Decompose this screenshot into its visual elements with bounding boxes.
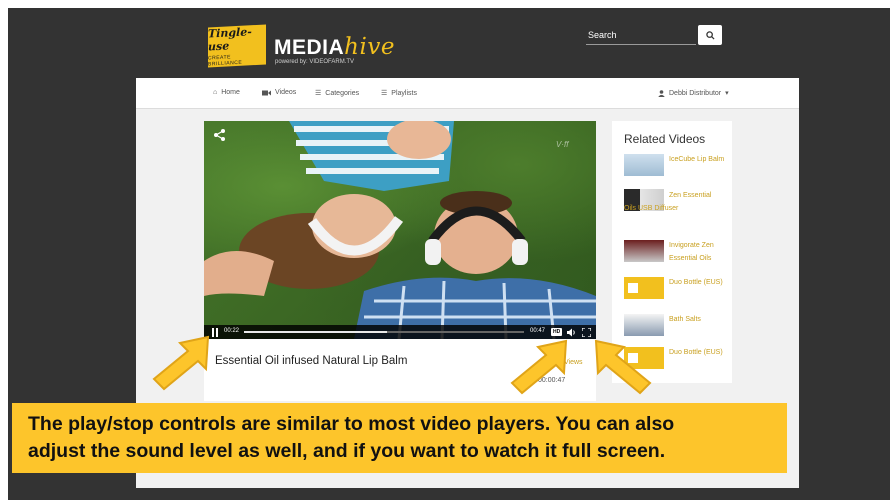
chevron-down-icon: ▾ — [725, 90, 729, 97]
share-icon[interactable] — [212, 128, 228, 142]
nav-categories-label: Categories — [325, 89, 360, 97]
screen: Tingle-use CREATE BRILLIANCE MEDIAhive p… — [0, 0, 895, 500]
instruction-text: The play/stop controls are similar to mo… — [28, 411, 778, 465]
related-item-4-title[interactable]: Duo Bottle (EUS) — [669, 276, 729, 289]
search-input[interactable]: Search — [588, 30, 617, 40]
current-time: 00:22 — [224, 328, 240, 334]
user-icon — [658, 89, 665, 97]
brand-badge-text: Tingle-use — [208, 25, 252, 54]
video-frame-image — [204, 121, 596, 339]
related-thumb-3[interactable] — [624, 240, 664, 262]
video-watermark: V·ff — [556, 140, 569, 149]
total-time: 00:47 — [530, 328, 546, 334]
related-thumb-5[interactable] — [624, 314, 664, 336]
video-title: Essential Oil infused Natural Lip Balm — [215, 355, 408, 367]
search-icon — [705, 30, 715, 40]
nav-home[interactable]: ⌂ Home — [213, 89, 240, 96]
nav-playlists-label: Playlists — [391, 89, 417, 97]
annotation-arrow-play — [152, 335, 210, 391]
progress-fill — [244, 331, 387, 333]
annotation-arrow-volume — [510, 339, 568, 395]
nav-videos[interactable]: Videos — [262, 89, 296, 96]
instruction-line-2: adjust the sound level as well, and if y… — [28, 440, 666, 462]
related-item-5-title[interactable]: Bath Salts — [669, 313, 729, 326]
brand-word-accent: hive — [344, 34, 395, 60]
related-item-3-title[interactable]: Invigorate Zen Essential Oils — [669, 239, 729, 265]
instruction-line-1: The play/stop controls are similar to mo… — [28, 413, 675, 435]
fullscreen-icon[interactable] — [582, 328, 591, 337]
related-thumb-1[interactable] — [624, 154, 664, 176]
search-underline — [586, 44, 696, 45]
brand-word-main: MEDIA — [274, 36, 345, 59]
list-icon: ☰ — [315, 90, 322, 97]
search-button[interactable] — [698, 25, 722, 45]
user-menu[interactable]: Debbi Distributor ▾ — [658, 89, 729, 97]
volume-icon[interactable] — [567, 328, 577, 337]
related-item-6-title[interactable]: Duo Bottle (EUS) — [669, 346, 729, 359]
brand-badge-logo[interactable]: Tingle-use CREATE BRILLIANCE — [208, 24, 266, 68]
video-camera-icon — [262, 90, 271, 95]
home-icon: ⌂ — [213, 89, 218, 96]
nav-categories[interactable]: ☰ Categories — [315, 89, 360, 98]
mediahive-logo[interactable]: MEDIAhive — [274, 34, 395, 60]
user-name: Debbi Distributor — [669, 89, 722, 97]
related-videos-title: Related Videos — [624, 132, 706, 146]
brand-powered-by: powered by: VIDEOFARM.TV — [275, 59, 355, 65]
hd-quality-button[interactable]: HD — [551, 328, 563, 336]
nav-playlists[interactable]: ☰ Playlists — [381, 89, 417, 98]
nav-videos-label: Videos — [275, 89, 297, 96]
related-item-2-title[interactable]: Zen Essential Oils USB Diffuser — [624, 189, 724, 215]
related-thumb-4[interactable] — [624, 277, 664, 299]
pause-button[interactable] — [211, 328, 219, 337]
annotation-arrow-fullscreen — [594, 339, 652, 395]
video-player[interactable] — [204, 121, 596, 339]
nav-home-label: Home — [221, 89, 240, 96]
playlist-icon: ☰ — [381, 90, 388, 97]
related-item-1-title[interactable]: IceCube Lip Balm — [669, 153, 729, 166]
